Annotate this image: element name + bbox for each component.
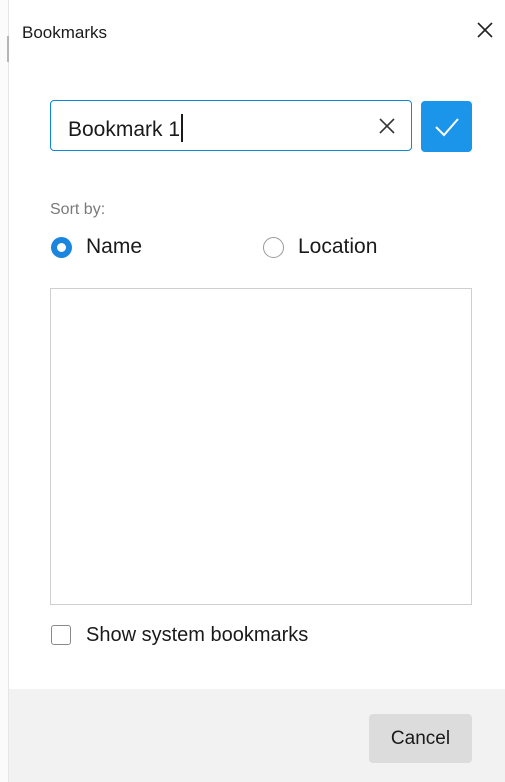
clear-input-button[interactable]	[377, 116, 397, 136]
window-edge	[0, 0, 9, 782]
clear-icon	[379, 118, 395, 134]
edge-marker	[7, 36, 9, 62]
show-system-bookmarks-checkbox[interactable]: Show system bookmarks	[51, 623, 308, 647]
close-icon	[477, 22, 493, 38]
dialog-title: Bookmarks	[22, 23, 108, 42]
sort-option-location-label: Location	[298, 235, 378, 258]
bookmark-name-text: Bookmark 1	[68, 118, 181, 141]
sort-by-label: Sort by:	[50, 201, 106, 218]
bookmarks-dialog: Bookmarks Bookmark 1 Sort by: Name Locat…	[0, 0, 505, 782]
sort-option-name-label: Name	[86, 235, 143, 258]
bookmark-name-value: Bookmark 1	[68, 114, 183, 142]
radio-selected-icon	[51, 236, 72, 258]
bookmarks-list[interactable]	[50, 288, 472, 605]
bookmark-name-input[interactable]: Bookmark 1	[50, 100, 412, 151]
radio-unselected-icon	[263, 236, 284, 258]
dialog-footer: Cancel	[9, 689, 505, 782]
checkbox-unchecked-icon	[51, 625, 71, 645]
text-caret	[181, 114, 183, 142]
sort-by-location-radio[interactable]: Location	[263, 234, 377, 260]
show-system-bookmarks-label: Show system bookmarks	[86, 623, 309, 646]
close-button[interactable]	[470, 14, 500, 46]
cancel-button[interactable]: Cancel	[369, 714, 472, 763]
sort-by-name-radio[interactable]: Name	[51, 234, 142, 260]
checkmark-icon	[435, 118, 459, 137]
confirm-button[interactable]	[421, 101, 472, 152]
